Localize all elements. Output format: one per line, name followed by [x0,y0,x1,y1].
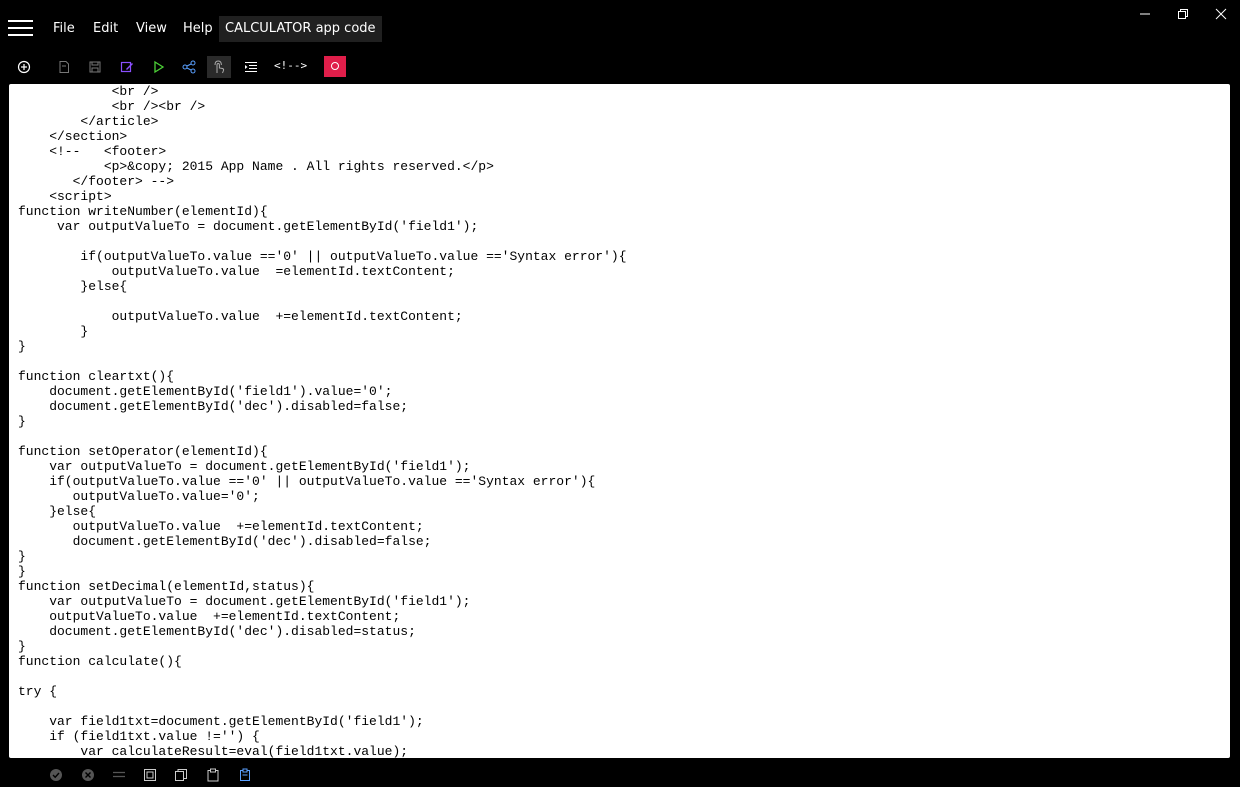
record-icon[interactable] [324,56,346,77]
code-line[interactable]: document.getElementById('dec').disabled=… [18,399,627,414]
code-line[interactable]: if(outputValueTo.value =='0' || outputVa… [18,474,627,489]
new-file-icon[interactable] [52,56,76,78]
code-line[interactable]: <p>&copy; 2015 App Name . All rights res… [18,159,627,174]
code-line[interactable]: outputValueTo.value +=elementId.textCont… [18,519,627,534]
title-bar: File Edit View Help CALCULATOR app code [0,0,1240,56]
share-icon[interactable] [177,56,201,78]
toolbar: <!--> [0,56,1240,80]
code-line[interactable] [18,354,627,369]
run-icon[interactable] [146,56,170,78]
code-line[interactable]: } [18,639,627,654]
menu-lines-icon[interactable] [109,765,129,785]
minimize-icon[interactable] [1126,0,1164,28]
code-line[interactable] [18,294,627,309]
close-icon[interactable] [1202,0,1240,28]
code-line[interactable]: <script> [18,189,627,204]
code-line[interactable]: </article> [18,114,627,129]
menu-view[interactable]: View [136,19,167,39]
code-line[interactable]: </footer> --> [18,174,627,189]
cancel-circle-icon[interactable] [78,765,98,785]
clipboard-icon[interactable] [235,765,255,785]
add-circle-icon[interactable] [12,56,36,78]
code-line[interactable]: <!-- <footer> [18,144,627,159]
code-line[interactable]: outputValueTo.value =elementId.textConte… [18,264,627,279]
code-line[interactable] [18,669,627,684]
bottom-toolbar [0,762,1240,787]
save-icon[interactable] [83,56,107,78]
code-line[interactable]: } [18,339,627,354]
code-editor[interactable]: <br /> <br /><br /> </article> </section… [9,84,1230,758]
code-line[interactable] [18,234,627,249]
restore-icon[interactable] [1164,0,1202,28]
code-line[interactable]: if (field1txt.value !='') { [18,729,627,744]
code-line[interactable]: function setDecimal(elementId,status){ [18,579,627,594]
edit-icon[interactable] [115,56,139,78]
code-line[interactable]: } [18,564,627,579]
code-line[interactable]: function calculate(){ [18,654,627,669]
code-line[interactable]: function writeNumber(elementId){ [18,204,627,219]
paste-icon[interactable] [203,765,223,785]
menu-file[interactable]: File [53,19,75,39]
code-line[interactable]: var outputValueTo = document.getElementB… [18,594,627,609]
code-line[interactable] [18,429,627,444]
code-line[interactable]: outputValueTo.value +=elementId.textCont… [18,609,627,624]
code-line[interactable]: document.getElementById('dec').disabled=… [18,534,627,549]
code-line[interactable] [18,699,627,714]
code-line[interactable]: <br /> [18,84,627,99]
code-line[interactable]: <br /><br /> [18,99,627,114]
check-circle-icon[interactable] [46,765,66,785]
code-line[interactable]: } [18,324,627,339]
code-line[interactable]: try { [18,684,627,699]
code-line[interactable]: document.getElementById('field1').value=… [18,384,627,399]
code-line[interactable]: document.getElementById('dec').disabled=… [18,624,627,639]
code-line[interactable]: </section> [18,129,627,144]
code-line[interactable]: if(outputValueTo.value =='0' || outputVa… [18,249,626,264]
menu-help[interactable]: Help [183,19,213,39]
code-line[interactable]: outputValueTo.value='0'; [18,489,627,504]
code-line[interactable]: var calculateResult=eval(field1txt.value… [18,744,627,758]
code-text[interactable]: <br /> <br /><br /> </article> </section… [18,84,627,758]
select-all-icon[interactable] [140,765,160,785]
code-line[interactable]: outputValueTo.value +=elementId.textCont… [18,309,627,324]
touch-icon[interactable] [207,56,231,78]
copy-icon[interactable] [171,765,191,785]
code-line[interactable]: var outputValueTo = document.getElementB… [18,219,627,234]
code-line[interactable]: function setOperator(elementId){ [18,444,627,459]
code-line[interactable]: var field1txt=document.getElementById('f… [18,714,627,729]
menu-edit[interactable]: Edit [93,19,118,39]
hamburger-menu-icon[interactable] [8,18,33,38]
indent-icon[interactable] [239,56,263,78]
code-line[interactable]: } [18,414,627,429]
code-line[interactable]: }else{ [18,279,627,294]
code-line[interactable]: var outputValueTo = document.getElementB… [18,459,627,474]
code-line[interactable]: }else{ [18,504,627,519]
comment-button[interactable]: <!--> [274,59,307,72]
code-line[interactable]: function cleartxt(){ [18,369,627,384]
code-line[interactable]: } [18,549,627,564]
document-title: CALCULATOR app code [219,16,382,42]
